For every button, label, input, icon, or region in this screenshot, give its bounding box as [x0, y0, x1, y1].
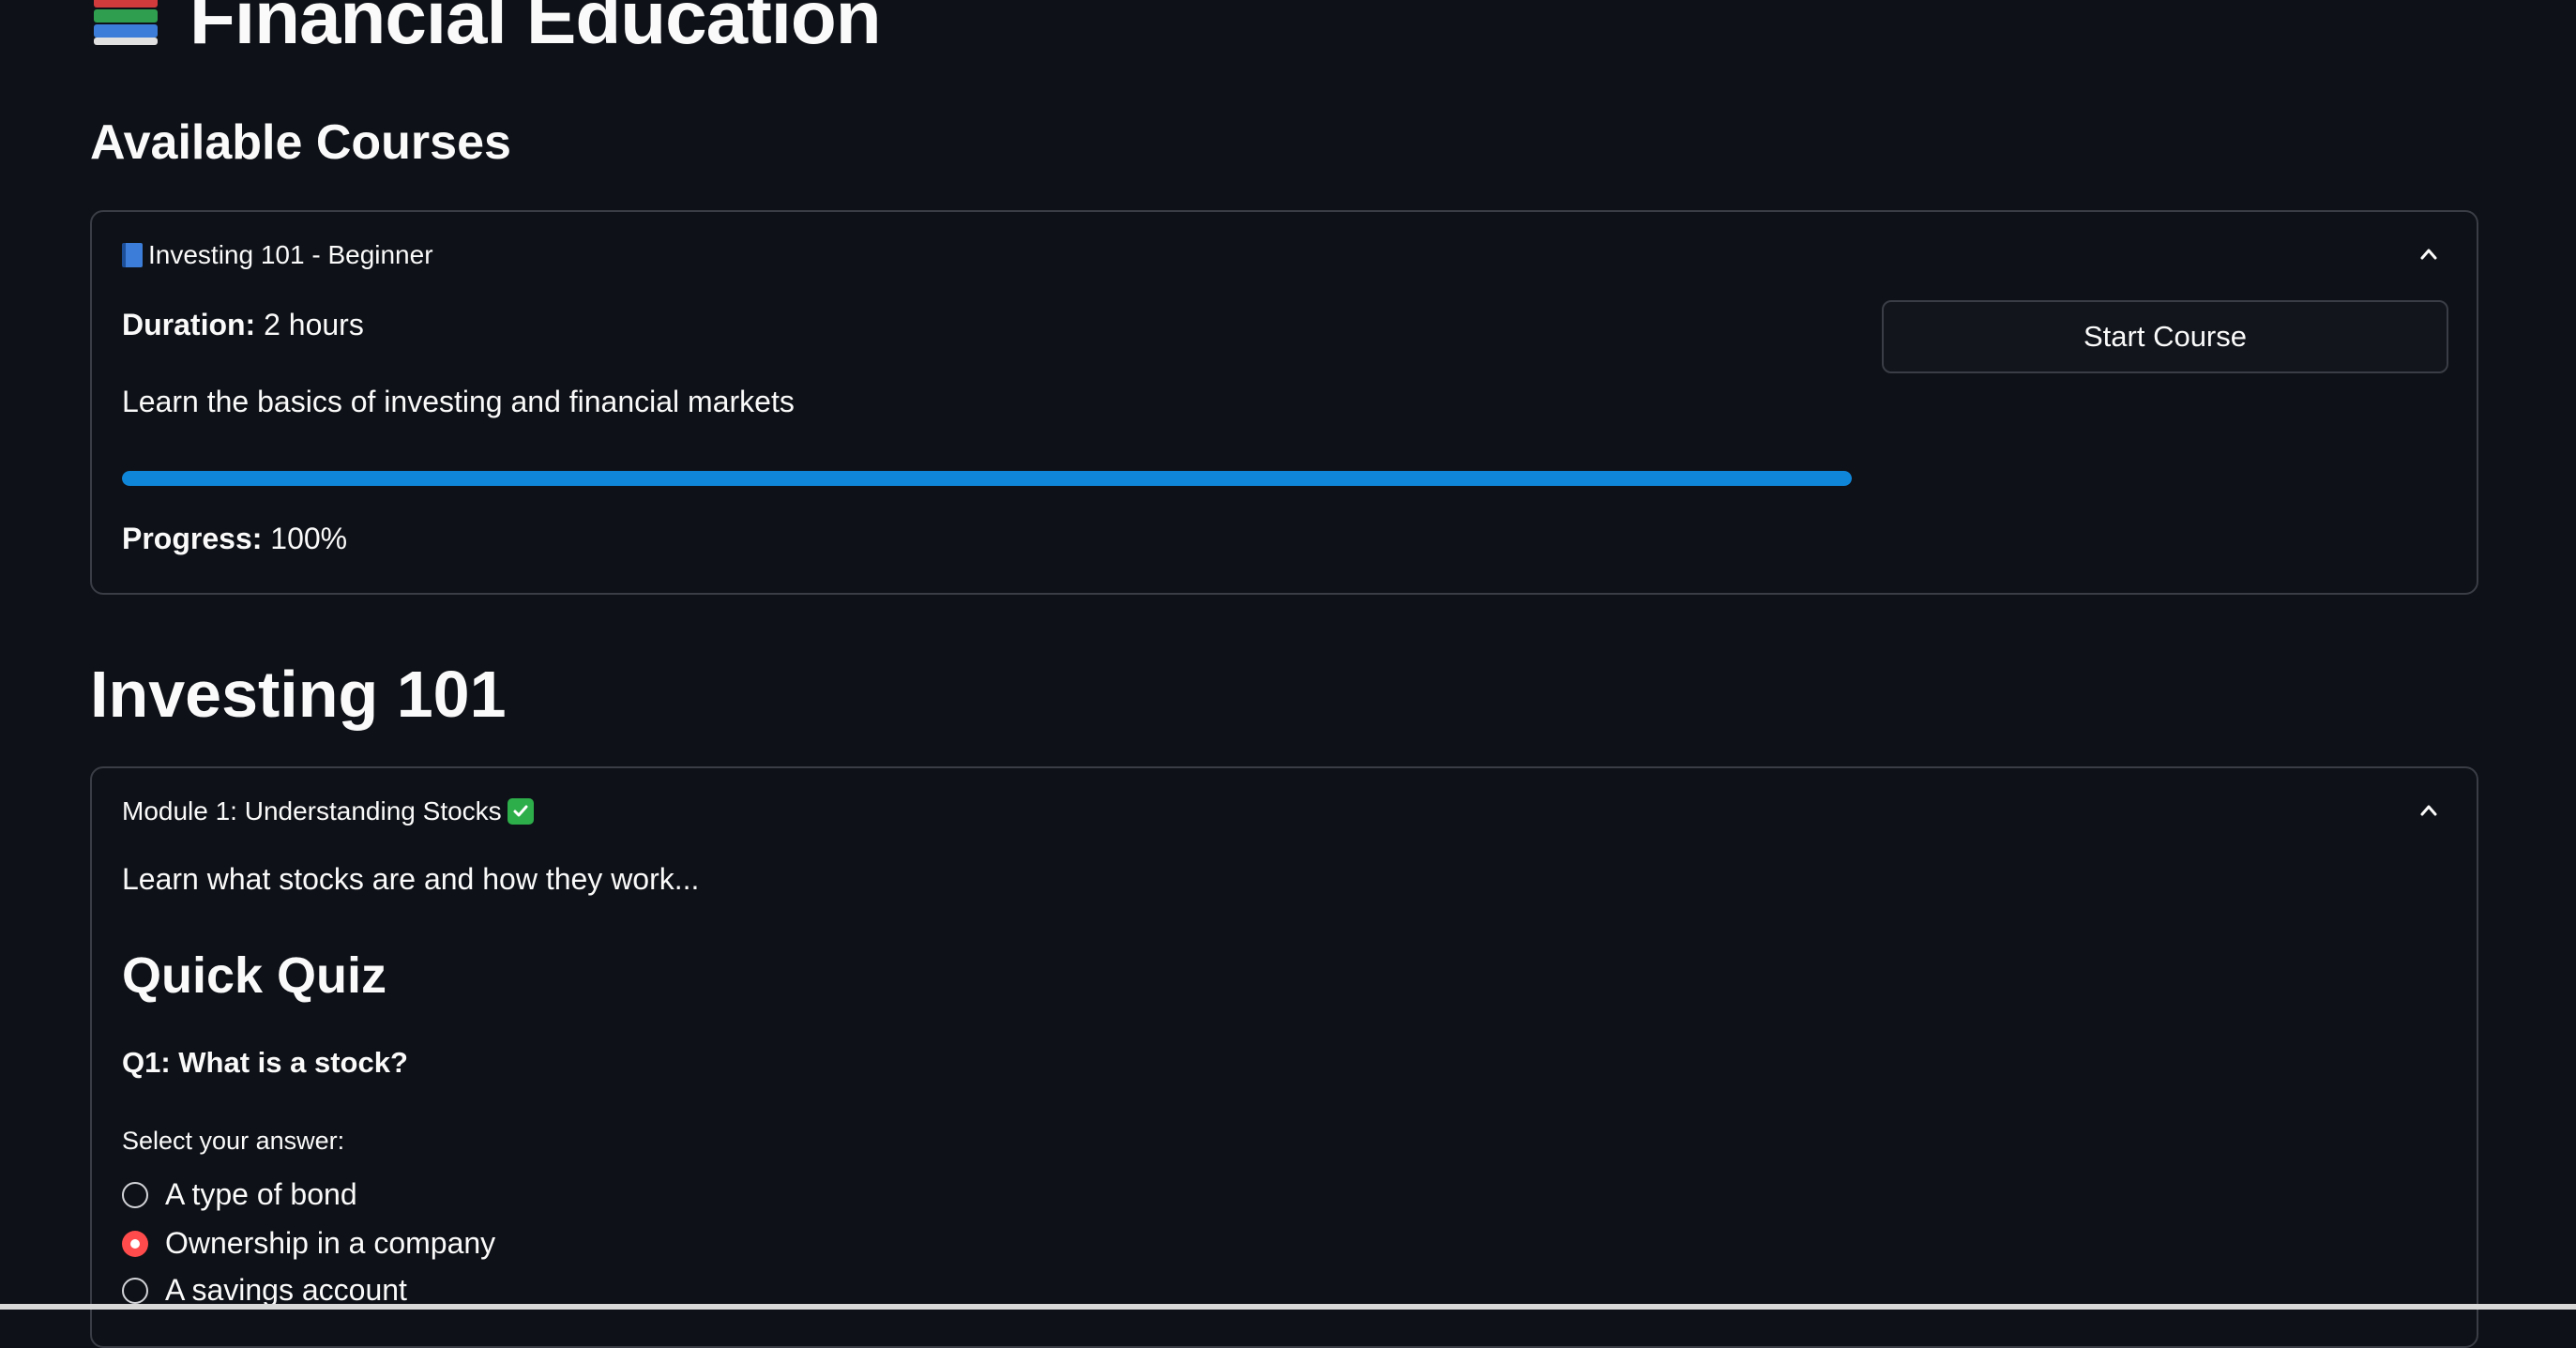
- answer-option[interactable]: Ownership in a company: [122, 1226, 495, 1261]
- page-title-text: Financial Education: [189, 0, 882, 59]
- blue-book-icon: [122, 243, 143, 267]
- course-detail-title: Investing 101: [90, 658, 507, 731]
- radio-button-unselected[interactable]: [122, 1277, 148, 1304]
- progress-value: 100%: [270, 522, 348, 555]
- module-expander-1: Module 1: Understanding Stocks Learn wha…: [90, 766, 2478, 1348]
- quiz-title: Quick Quiz: [122, 947, 387, 1004]
- check-mark-icon: [507, 798, 534, 825]
- answer-option-label: A savings account: [165, 1273, 407, 1307]
- course-expander-header[interactable]: Investing 101 - Beginner: [122, 240, 433, 270]
- radio-button-selected[interactable]: [122, 1230, 148, 1257]
- course-progress-text: Progress: 100%: [122, 522, 347, 556]
- start-course-button[interactable]: Start Course: [1882, 300, 2448, 373]
- duration-label: Duration:: [122, 308, 256, 341]
- answer-option[interactable]: A type of bond: [122, 1177, 357, 1212]
- answer-option-label: A type of bond: [165, 1177, 357, 1211]
- answer-select-label: Select your answer:: [122, 1127, 345, 1155]
- course-duration: Duration: 2 hours: [122, 308, 364, 342]
- answer-option-label: Ownership in a company: [165, 1226, 496, 1260]
- available-courses-heading: Available Courses: [90, 115, 511, 170]
- books-icon: [90, 0, 165, 51]
- answer-option[interactable]: A savings account: [122, 1273, 407, 1308]
- radio-button-unselected[interactable]: [122, 1181, 148, 1208]
- page-title: Financial Education: [90, 0, 882, 69]
- course-progress-fill: [122, 471, 1852, 486]
- course-expander-investing-101: Investing 101 - Beginner Duration: 2 hou…: [90, 210, 2478, 595]
- progress-label: Progress:: [122, 522, 263, 555]
- course-description: Learn the basics of investing and financ…: [122, 385, 795, 418]
- chevron-up-icon[interactable]: [2418, 800, 2439, 821]
- quiz-question: Q1: What is a stock?: [122, 1046, 408, 1079]
- module-description: Learn what stocks are and how they work.…: [122, 862, 700, 896]
- course-progress-bar: [122, 471, 1852, 486]
- module-title: Module 1: Understanding Stocks: [122, 796, 502, 825]
- module-expander-header[interactable]: Module 1: Understanding Stocks: [122, 796, 534, 826]
- chevron-up-icon[interactable]: [2418, 244, 2439, 265]
- course-expander-title: Investing 101 - Beginner: [148, 240, 433, 269]
- duration-value: 2 hours: [264, 308, 364, 341]
- window-bottom-edge: [0, 1304, 2576, 1310]
